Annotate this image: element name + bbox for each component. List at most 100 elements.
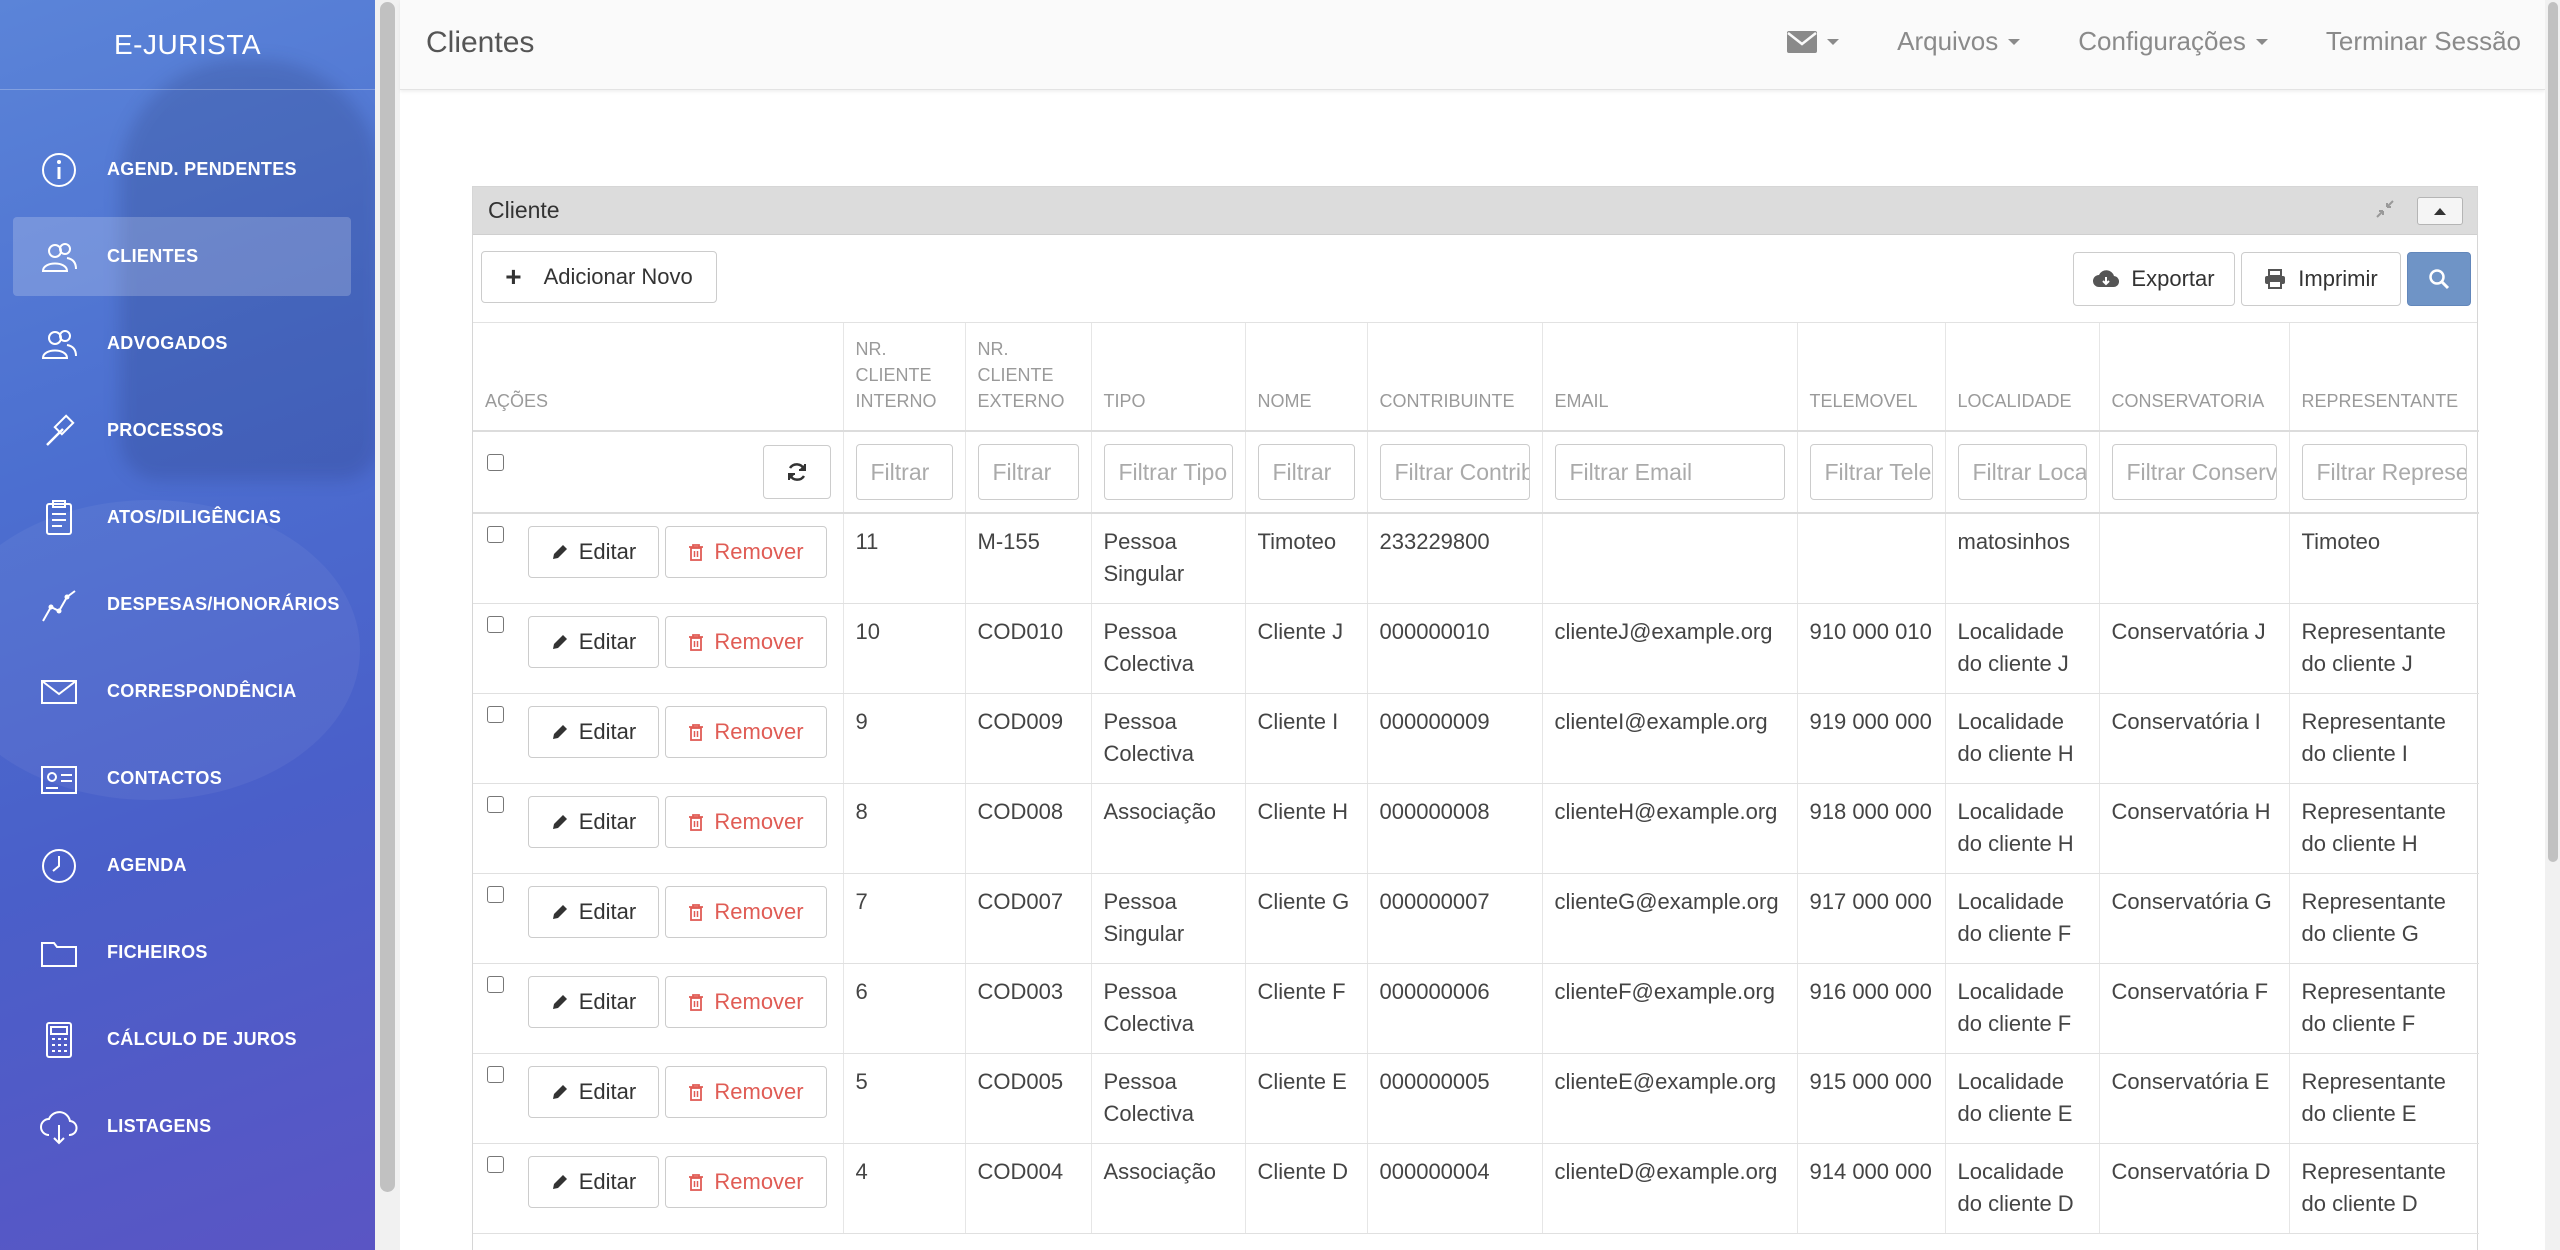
table-row[interactable]: Editar Remover 5 COD005 Pessoa Colectiva Clie…: [473, 1053, 2479, 1144]
column-header-telemovel[interactable]: TELEMOVEL: [1797, 323, 1946, 432]
edit-button[interactable]: Editar: [528, 705, 659, 758]
row-checkbox[interactable]: [487, 795, 504, 813]
row-checkbox[interactable]: [487, 1155, 504, 1173]
sidebar-item-ficheiros[interactable]: FICHEIROS: [13, 913, 351, 992]
cloud-download-icon: [40, 1110, 78, 1144]
column-header-conservatoria[interactable]: CONSERVATORIA: [2099, 323, 2290, 432]
cell-localidade: Localidade do cliente D: [1945, 1143, 2100, 1234]
filter-input-nome[interactable]: Filtrar: [1257, 444, 1355, 500]
column-header-tipo[interactable]: TIPO: [1091, 323, 1246, 432]
edit-button[interactable]: Editar: [528, 795, 659, 848]
row-actions-cell: Editar Remover: [473, 513, 844, 604]
row-actions-cell: Editar Remover: [473, 603, 844, 694]
cell-nr-cliente-interno: 7: [843, 873, 966, 964]
column-header-contribuinte[interactable]: CONTRIBUINTE: [1367, 323, 1543, 432]
refresh-button[interactable]: [762, 445, 831, 499]
settings-menu[interactable]: Configurações: [2078, 26, 2268, 57]
mail-dropdown[interactable]: [1787, 30, 1840, 53]
files-menu-label: Arquivos: [1897, 26, 1999, 56]
row-checkbox[interactable]: [487, 526, 504, 543]
table-row[interactable]: Editar Remover 11 M-155 Pessoa Singular Timot…: [473, 513, 2479, 604]
remove-button[interactable]: Remover: [665, 975, 827, 1028]
cell-nome: Cliente D: [1245, 1143, 1368, 1234]
export-button[interactable]: Exportar: [2073, 252, 2235, 306]
column-header-email[interactable]: EMAIL: [1542, 323, 1798, 432]
sidebar-item-calculo-de-juros[interactable]: CÁLCULO DE JUROS: [13, 1000, 351, 1079]
column-header-nr-cliente-interno[interactable]: NR. CLIENTE INTERNO: [843, 323, 966, 432]
sidebar-item-advogados[interactable]: ADVOGADOS: [13, 304, 351, 383]
table-row[interactable]: Editar Remover 4 COD004 Associação Cliente D0…: [473, 1143, 2479, 1234]
brand-title[interactable]: E-JURISTA: [0, 0, 375, 90]
table-row[interactable]: Editar Remover 7 COD007 Pessoa Singular Clien…: [473, 873, 2479, 964]
compress-icon[interactable]: [2375, 199, 2395, 225]
remove-button[interactable]: Remover: [665, 705, 827, 758]
remove-button[interactable]: Remover: [665, 1065, 827, 1118]
remove-button[interactable]: Remover: [665, 615, 827, 668]
edit-label: Editar: [578, 539, 637, 564]
sidebar-item-agend-pendentes[interactable]: AGEND. PENDENTES: [13, 130, 351, 209]
row-checkbox[interactable]: [487, 885, 504, 903]
table-row[interactable]: Editar Remover 6 COD003 Pessoa Colectiva Clie…: [473, 963, 2479, 1054]
plus-icon: +: [505, 261, 522, 292]
sidebar-item-listagens[interactable]: LISTAGENS: [13, 1087, 351, 1166]
edit-button[interactable]: Editar: [528, 975, 659, 1028]
row-checkbox[interactable]: [487, 1065, 504, 1083]
cell-localidade: Localidade do cliente H: [1945, 693, 2100, 784]
cell-nr-cliente-interno: 4: [843, 1143, 966, 1234]
page-scrollbar-thumb[interactable]: [2548, 2, 2558, 862]
column-header-nr-cliente-externo[interactable]: NR. CLIENTE EXTERNO: [965, 323, 1092, 432]
collapse-button[interactable]: [2417, 197, 2463, 225]
cell-email: clienteJ@example.org: [1542, 603, 1798, 694]
filter-cell: Filtrar: [965, 431, 1092, 514]
edit-button[interactable]: Editar: [528, 526, 659, 578]
column-header-nome[interactable]: NOME: [1245, 323, 1368, 432]
sidebar-item-processos[interactable]: PROCESSOS: [13, 391, 351, 470]
row-checkbox[interactable]: [487, 705, 504, 723]
files-menu[interactable]: Arquivos: [1897, 26, 2021, 57]
remove-label: Remover: [714, 808, 804, 834]
edit-button[interactable]: Editar: [528, 615, 659, 668]
filter-input-localidade[interactable]: Filtrar Localidade: [1957, 444, 2087, 500]
sidebar-item-despesas-honorarios[interactable]: DESPESAS/HONORÁRIOS: [13, 565, 351, 644]
filter-input-nr-cliente-externo[interactable]: Filtrar: [977, 444, 1079, 500]
sidebar-item-label: LISTAGENS: [107, 1116, 212, 1136]
select-all-checkbox[interactable]: [487, 453, 504, 471]
table-row[interactable]: Editar Remover 10 COD010 Pessoa Colectiva Cli…: [473, 603, 2479, 694]
edit-button[interactable]: Editar: [528, 1155, 659, 1208]
logout-link[interactable]: Terminar Sessão: [2326, 26, 2521, 57]
sidebar-scrollbar-thumb[interactable]: [380, 2, 395, 1192]
row-checkbox[interactable]: [487, 615, 504, 633]
filter-input-conservatoria[interactable]: Filtrar Conservatoria: [2111, 444, 2277, 500]
info-icon: [42, 152, 76, 187]
cell-conservatoria: Conservatória I: [2099, 693, 2290, 784]
filter-input-telemovel[interactable]: Filtrar Telemovel: [1809, 444, 1933, 500]
filter-cell: Filtrar Representante: [2289, 431, 2479, 514]
column-header-representante[interactable]: REPRESENTANTE: [2289, 323, 2479, 432]
remove-button[interactable]: Remover: [665, 795, 827, 848]
remove-button[interactable]: Remover: [665, 885, 827, 938]
search-button[interactable]: [2407, 252, 2471, 306]
cell-nr-cliente-externo: M-155: [965, 513, 1092, 604]
column-header-localidade[interactable]: LOCALIDADE: [1945, 323, 2100, 432]
sidebar-item-atos-diligencias[interactable]: ATOS/DILIGÊNCIAS: [13, 478, 351, 557]
column-header-acoes[interactable]: AÇÕES: [473, 323, 844, 432]
sidebar-item-correspondencia[interactable]: CORRESPONDÊNCIA: [13, 652, 351, 731]
table-row[interactable]: Editar Remover 8 COD008 Associação Cliente H0…: [473, 783, 2479, 874]
print-button[interactable]: Imprimir: [2241, 252, 2401, 306]
filter-input-email[interactable]: Filtrar Email: [1554, 444, 1785, 500]
add-new-button[interactable]: + Adicionar Novo: [481, 251, 717, 303]
sidebar-item-contactos[interactable]: CONTACTOS: [13, 739, 351, 818]
filter-input-nr-cliente-interno[interactable]: Filtrar: [855, 444, 953, 500]
row-checkbox[interactable]: [487, 975, 504, 993]
sidebar-item-agenda[interactable]: AGENDA: [13, 826, 351, 905]
filter-input-tipo[interactable]: Filtrar Tipo: [1103, 444, 1233, 500]
filter-input-representante[interactable]: Filtrar Representante: [2301, 444, 2467, 500]
remove-button[interactable]: Remover: [665, 526, 827, 578]
edit-button[interactable]: Editar: [528, 1065, 659, 1118]
sidebar-item-clientes[interactable]: CLIENTES: [13, 217, 351, 296]
filter-input-contribuinte[interactable]: Filtrar Contribuinte: [1379, 444, 1530, 500]
edit-button[interactable]: Editar: [528, 885, 659, 938]
cell-localidade: matosinhos: [1945, 513, 2100, 604]
table-row[interactable]: Editar Remover 9 COD009 Pessoa Colectiva Clie…: [473, 693, 2479, 784]
remove-button[interactable]: Remover: [665, 1155, 827, 1208]
